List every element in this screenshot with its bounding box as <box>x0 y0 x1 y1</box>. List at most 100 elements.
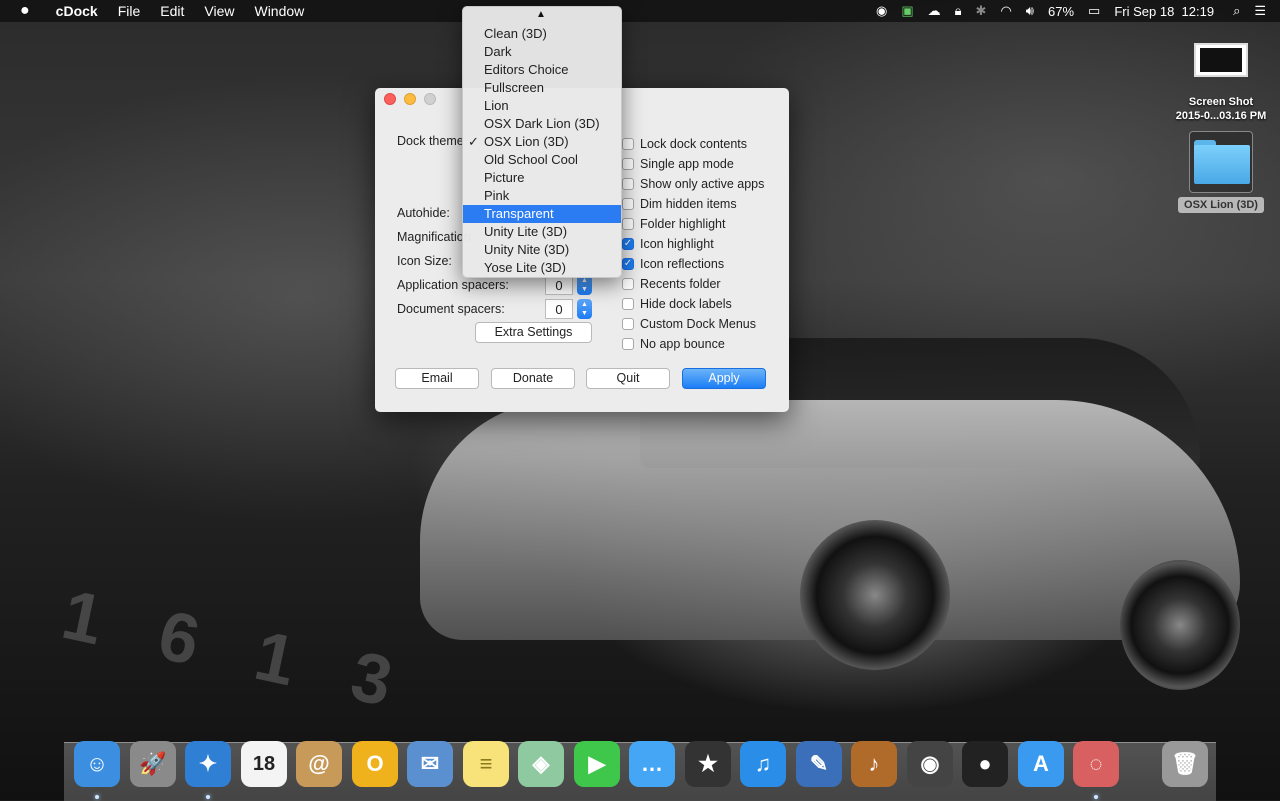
menu-window[interactable]: Window <box>244 3 314 19</box>
document-spacers-field[interactable]: 0 <box>545 299 573 319</box>
checkmark-icon[interactable]: ✓ <box>622 258 634 270</box>
bluetooth-icon[interactable]: ✱ <box>969 3 994 19</box>
scroll-up-arrow-icon[interactable]: ▲ <box>536 9 546 20</box>
checkbox-label: No app bounce <box>640 337 725 351</box>
mail-icon[interactable]: ✉ <box>407 741 453 787</box>
app-store-icon[interactable]: A <box>1018 741 1064 787</box>
checkbox-icon-highlight[interactable]: ✓ Icon highlight <box>622 234 764 254</box>
trash-icon[interactable]: 🗑 <box>1162 741 1208 787</box>
checkbox-recents-folder[interactable]: Recents folder <box>622 274 764 294</box>
checkbox-show-only-active-apps[interactable]: Show only active apps <box>622 174 764 194</box>
outlook-icon[interactable]: O <box>352 741 398 787</box>
theme-menu-item-label: OSX Lion (3D) <box>484 134 569 149</box>
screenshot-file-icon[interactable] <box>1194 43 1248 77</box>
document-spacers-stepper[interactable]: ▲ ▼ <box>577 299 592 319</box>
checkbox-box[interactable] <box>622 198 634 210</box>
checkbox-box[interactable] <box>622 338 634 350</box>
screenshot-file-label-line1: Screen Shot <box>1188 96 1254 108</box>
theme-menu-item[interactable]: Yose Lite (3D) <box>463 259 621 277</box>
checkbox-icon-reflections[interactable]: ✓ Icon reflections <box>622 254 764 274</box>
theme-menu-item[interactable]: Unity Lite (3D) <box>463 223 621 241</box>
theme-menu-item[interactable]: Fullscreen <box>463 79 621 97</box>
donate-button[interactable]: Donate <box>491 368 575 389</box>
email-button[interactable]: Email <box>395 368 479 389</box>
theme-menu-item[interactable]: Old School Cool <box>463 151 621 169</box>
vinyl-icon[interactable]: ● <box>962 741 1008 787</box>
image-status-icon[interactable]: ▣ <box>894 3 920 19</box>
zoom-button[interactable] <box>424 93 436 105</box>
checkbox-lock-dock-contents[interactable]: Lock dock contents <box>622 134 764 154</box>
xcode-icon[interactable]: ✎ <box>796 741 842 787</box>
spotlight-search-icon[interactable]: ⌕ <box>1221 3 1247 19</box>
minimize-button[interactable] <box>404 93 416 105</box>
launchpad-icon[interactable]: 🚀 <box>130 741 176 787</box>
app-menu[interactable]: cDock <box>46 3 108 19</box>
apple-menu-icon[interactable]: ● <box>0 2 46 20</box>
checkbox-box[interactable] <box>622 318 634 330</box>
theme-menu-item-highlighted[interactable]: Transparent <box>463 205 621 223</box>
finder-icon[interactable]: ☺ <box>74 741 120 787</box>
theme-menu-item[interactable]: Clean (3D) <box>463 25 621 43</box>
theme-menu-item[interactable]: Unity Nite (3D) <box>463 241 621 259</box>
messages-icon[interactable]: … <box>629 741 675 787</box>
application-spacers-field[interactable]: 0 <box>545 275 573 295</box>
apply-button[interactable]: Apply <box>682 368 766 389</box>
lock-icon[interactable]: 🔒︎ <box>948 3 969 19</box>
theme-menu-item-label: Dark <box>484 44 512 59</box>
checkbox-hide-dock-labels[interactable]: Hide dock labels <box>622 294 764 314</box>
contacts-icon[interactable]: @ <box>296 741 342 787</box>
volume-icon[interactable]: 🔊︎ <box>1019 3 1041 19</box>
theme-menu-item[interactable]: Pink <box>463 187 621 205</box>
itunes-icon[interactable]: ♫ <box>740 741 786 787</box>
menu-file[interactable]: File <box>108 3 151 19</box>
checkmark-icon: ✓ <box>468 134 479 149</box>
maps-icon[interactable]: ◈ <box>518 741 564 787</box>
checkbox-label: Show only active apps <box>640 177 765 191</box>
checkbox-box[interactable] <box>622 278 634 290</box>
notes-icon[interactable]: ≡ <box>463 741 509 787</box>
cloud-status-icon[interactable]: ☁ <box>921 3 948 19</box>
notification-center-icon[interactable]: ☰ <box>1247 3 1280 19</box>
garageband-icon[interactable]: ♪ <box>851 741 897 787</box>
theme-menu-item[interactable]: Dark <box>463 43 621 61</box>
theme-menu-item[interactable]: OSX Dark Lion (3D) <box>463 115 621 133</box>
folder-label[interactable]: OSX Lion (3D) <box>1178 197 1264 213</box>
checkbox-custom-dock-menus[interactable]: Custom Dock Menus <box>622 314 764 334</box>
checkbox-box[interactable] <box>622 178 634 190</box>
battery-icon[interactable]: ▭ <box>1081 3 1107 19</box>
folder-icon[interactable] <box>1194 140 1250 184</box>
theme-menu-item[interactable]: Editors Choice <box>463 61 621 79</box>
calendar-icon[interactable]: 18 <box>241 741 287 787</box>
extra-settings-button[interactable]: Extra Settings <box>475 322 592 343</box>
logic-icon[interactable]: ◉ <box>907 741 953 787</box>
wifi-icon[interactable]: ◠ <box>993 3 1018 19</box>
checkbox-box[interactable] <box>622 138 634 150</box>
application-spacers-stepper[interactable]: ▲ ▼ <box>577 275 592 295</box>
checkbox-dim-hidden-items[interactable]: Dim hidden items <box>622 194 764 214</box>
theme-menu-item[interactable]: Picture <box>463 169 621 187</box>
checkbox-box[interactable] <box>622 218 634 230</box>
theme-menu-item-checked[interactable]: ✓ OSX Lion (3D) <box>463 133 621 151</box>
close-button[interactable] <box>384 93 396 105</box>
theme-menu-item[interactable]: Lion <box>463 97 621 115</box>
photos-icon[interactable]: ◌ <box>1073 741 1119 787</box>
checkmark-icon[interactable]: ✓ <box>622 238 634 250</box>
quit-button[interactable]: Quit <box>586 368 670 389</box>
safari-icon[interactable]: ✦ <box>185 741 231 787</box>
checkbox-single-app-mode[interactable]: Single app mode <box>622 154 764 174</box>
checkbox-folder-highlight[interactable]: Folder highlight <box>622 214 764 234</box>
checkbox-box[interactable] <box>622 158 634 170</box>
theme-menu-item-label: OSX Dark Lion (3D) <box>484 116 600 131</box>
menu-view[interactable]: View <box>194 3 244 19</box>
checkbox-no-app-bounce[interactable]: No app bounce <box>622 334 764 354</box>
imovie-icon[interactable]: ★ <box>685 741 731 787</box>
clock[interactable]: Fri Sep 18 12:19 <box>1107 4 1221 19</box>
menu-edit[interactable]: Edit <box>150 3 194 19</box>
battery-percent[interactable]: 67% <box>1041 4 1081 19</box>
checkbox-label: Dim hidden items <box>640 197 737 211</box>
options-checklist: Lock dock contents Single app mode Show … <box>622 134 764 354</box>
running-indicator <box>95 795 99 799</box>
record-icon[interactable]: ◉ <box>869 3 894 19</box>
checkbox-box[interactable] <box>622 298 634 310</box>
facetime-icon[interactable]: ▶ <box>574 741 620 787</box>
